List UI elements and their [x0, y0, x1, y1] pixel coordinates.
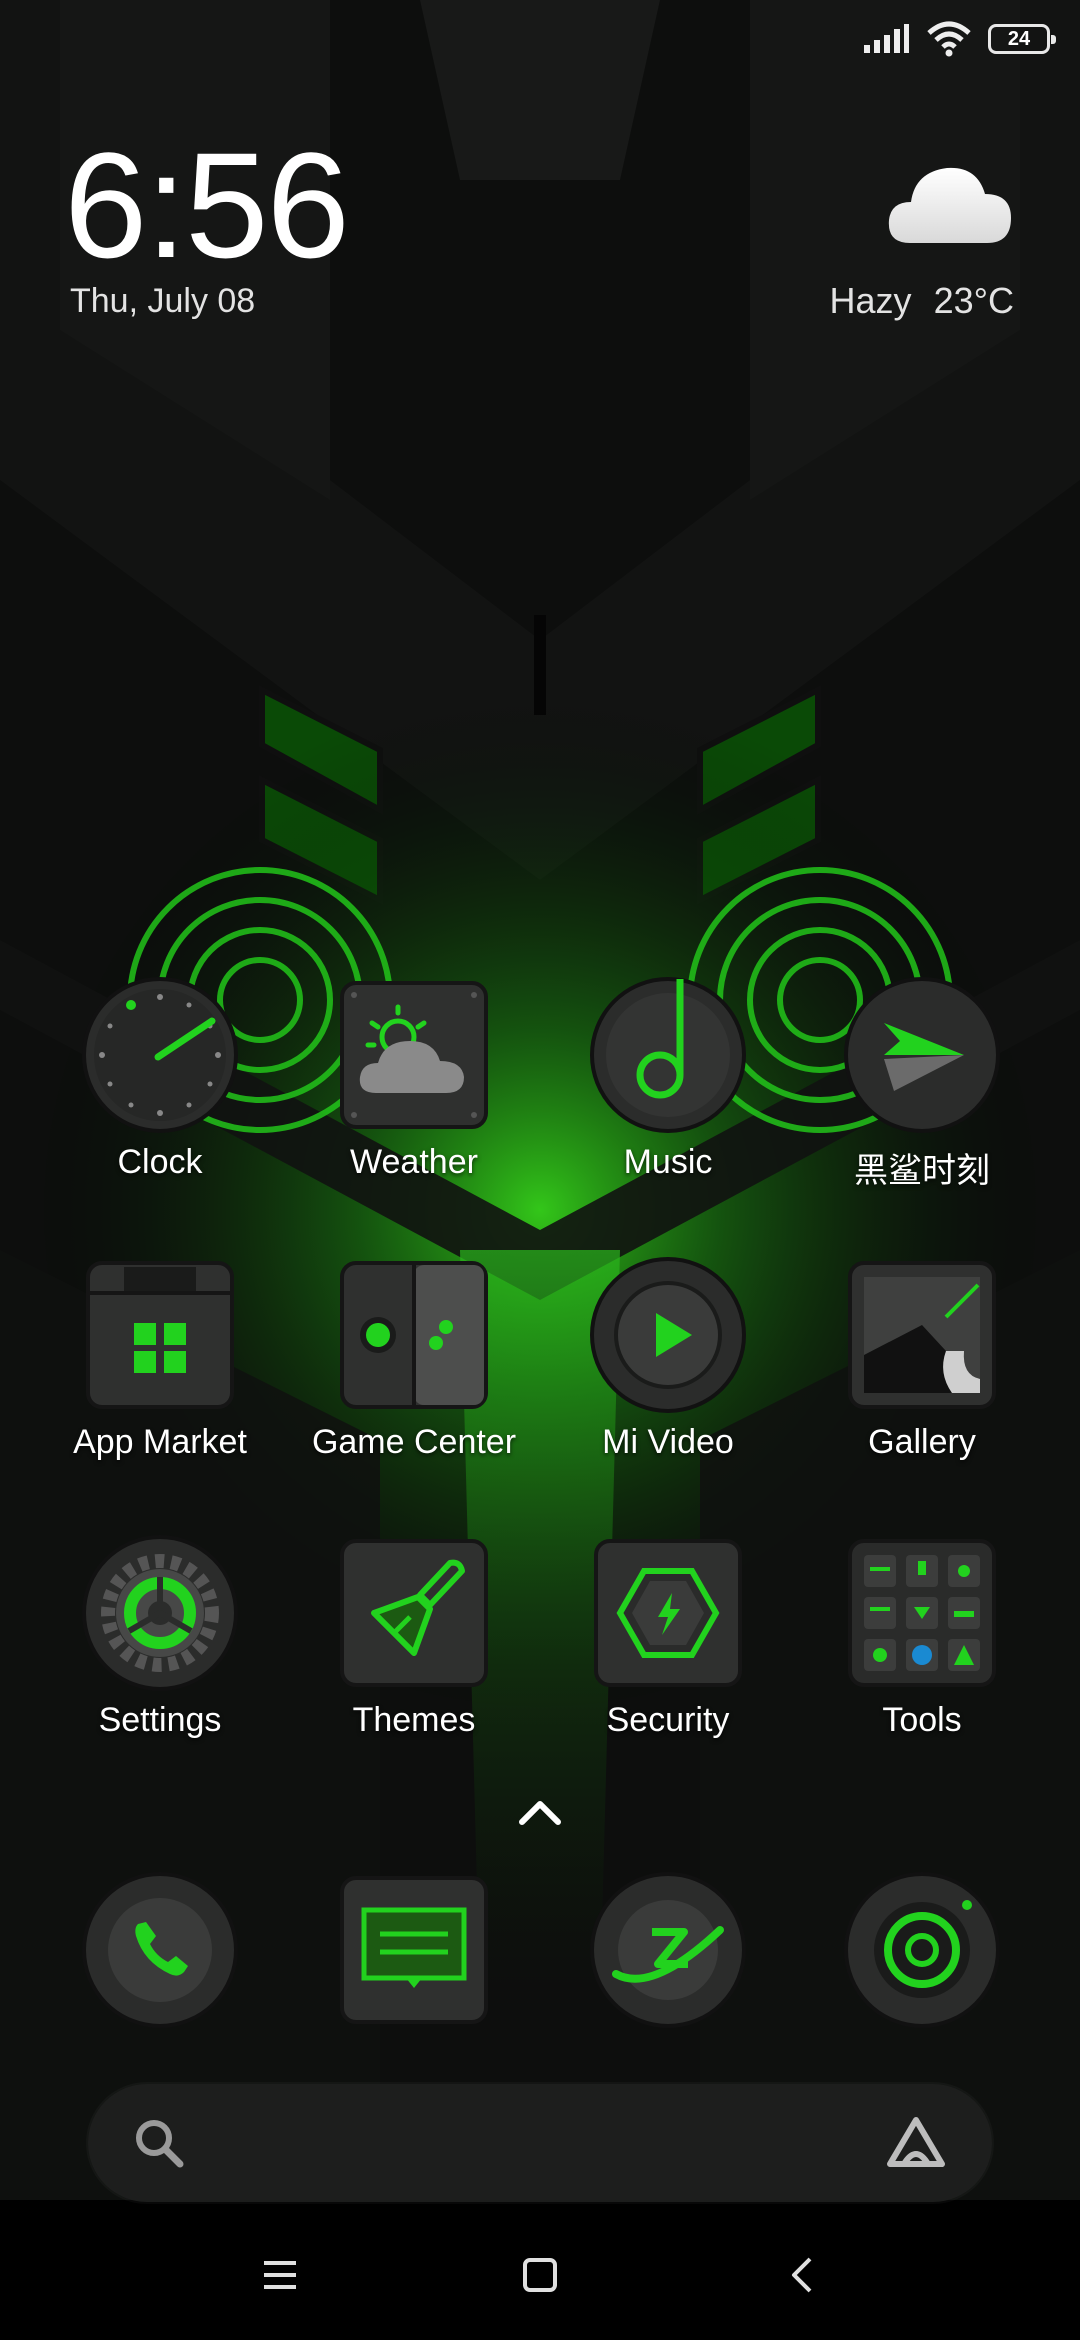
dock-camera[interactable]: [842, 1870, 1002, 2030]
back-icon[interactable]: [772, 2245, 832, 2305]
camera-icon: [844, 1872, 1000, 2028]
clock-date[interactable]: Thu, July 08: [70, 282, 255, 321]
search-bar[interactable]: [88, 2084, 992, 2202]
app-mi-video[interactable]: Mi Video: [541, 1255, 795, 1485]
music-icon: [588, 975, 748, 1135]
app-label: Mi Video: [602, 1423, 734, 1461]
app-label: Music: [623, 1143, 713, 1181]
app-label: Security: [606, 1701, 730, 1739]
wifi-icon: [927, 21, 971, 57]
battery-icon: 24: [988, 24, 1056, 54]
clock-time[interactable]: 6:56: [64, 130, 350, 280]
app-label: Gallery: [868, 1423, 976, 1461]
weather-info[interactable]: Hazy 23°C: [830, 280, 1014, 322]
app-tools-folder[interactable]: Tools: [795, 1533, 1049, 1763]
status-bar: 24: [862, 14, 1056, 64]
security-icon: [588, 1533, 748, 1693]
app-blackshark-moment[interactable]: 黑鲨时刻: [795, 975, 1049, 1205]
app-label: Themes: [352, 1701, 476, 1739]
app-drawer-arrow-icon[interactable]: [516, 1792, 564, 1832]
tools-folder-icon: [842, 1533, 1002, 1693]
search-icon[interactable]: [132, 2116, 186, 2170]
weather-temperature: 23°C: [933, 280, 1014, 321]
gallery-icon: [842, 1255, 1002, 1415]
app-market-icon: [80, 1255, 240, 1415]
assistant-icon[interactable]: [884, 2114, 948, 2172]
app-music[interactable]: Music: [541, 975, 795, 1205]
search-input[interactable]: [208, 2114, 852, 2174]
app-weather[interactable]: Weather: [287, 975, 541, 1205]
menu-icon[interactable]: [250, 2245, 310, 2305]
weather-icon: [334, 975, 494, 1135]
app-gallery[interactable]: Gallery: [795, 1255, 1049, 1485]
app-label: Tools: [882, 1701, 962, 1739]
app-clock[interactable]: Clock: [33, 975, 287, 1205]
app-themes[interactable]: Themes: [287, 1533, 541, 1763]
app-label: Game Center: [311, 1423, 517, 1461]
app-settings[interactable]: Settings: [33, 1533, 287, 1763]
themes-icon: [334, 1533, 494, 1693]
app-label: Clock: [117, 1143, 203, 1181]
app-label: Settings: [98, 1701, 222, 1739]
app-app-market[interactable]: App Market: [33, 1255, 287, 1485]
app-label: 黑鲨时刻: [854, 1152, 990, 1190]
dock-browser[interactable]: [588, 1870, 748, 2030]
battery-level: 24: [1007, 27, 1031, 50]
phone-icon: [82, 1872, 238, 2028]
clock-icon: [80, 975, 240, 1135]
app-security[interactable]: Security: [541, 1533, 795, 1763]
home-icon[interactable]: [510, 2245, 570, 2305]
browser-icon: [590, 1872, 746, 2028]
signal-icon: [864, 24, 909, 53]
dock-messages[interactable]: [334, 1870, 494, 2030]
settings-icon: [80, 1533, 240, 1693]
weather-condition: Hazy: [829, 280, 912, 321]
game-center-icon: [334, 1255, 494, 1415]
app-label: Weather: [350, 1143, 478, 1181]
dock-phone[interactable]: [80, 1870, 240, 2030]
cloud-icon[interactable]: [885, 158, 1015, 248]
app-game-center[interactable]: Game Center: [287, 1255, 541, 1485]
blackshark-moment-icon: [842, 975, 1002, 1135]
app-label: App Market: [73, 1423, 247, 1461]
mi-video-icon: [588, 1255, 748, 1415]
messages-icon: [340, 1876, 488, 2024]
